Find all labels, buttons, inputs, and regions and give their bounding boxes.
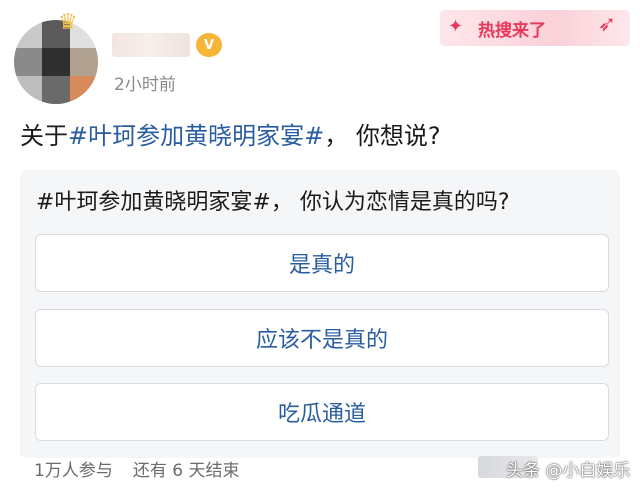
avatar[interactable] [14, 20, 98, 104]
post-question: 关于#叶珂参加黄晓明家宴#， 你想说? [20, 116, 441, 151]
watermark: 头条 @小白娱乐 [506, 461, 631, 481]
swallow-icon: ➶ [597, 12, 616, 37]
post-timestamp: 2小时前 [114, 75, 176, 95]
participants-count: 1万人参与 [34, 461, 113, 481]
crown-icon: ♛ [58, 10, 78, 35]
topic-link[interactable]: #叶珂参加黄晓明家宴# [68, 122, 324, 150]
time-remaining: 还有 6 天结束 [132, 461, 240, 481]
poll-footer: 1万人参与 还有 6 天结束 [34, 456, 239, 481]
question-prefix: 关于 [20, 122, 68, 150]
username-blurred[interactable] [112, 33, 190, 57]
poll-option-1[interactable]: 是真的 [35, 234, 609, 292]
hot-banner-label: 热搜来了 [478, 21, 546, 41]
hot-search-banner: ✦ 热搜来了 ➶ [440, 10, 630, 46]
poll-title: #叶珂参加黄晓明家宴#， 你认为恋情是真的吗? [36, 190, 510, 215]
poll-option-3[interactable]: 吃瓜通道 [35, 383, 609, 441]
hot-icon: ✦ [448, 16, 464, 37]
poll-option-2[interactable]: 应该不是真的 [35, 309, 609, 367]
question-suffix: ， 你想说? [324, 122, 441, 150]
vip-badge-icon: V [196, 33, 222, 57]
